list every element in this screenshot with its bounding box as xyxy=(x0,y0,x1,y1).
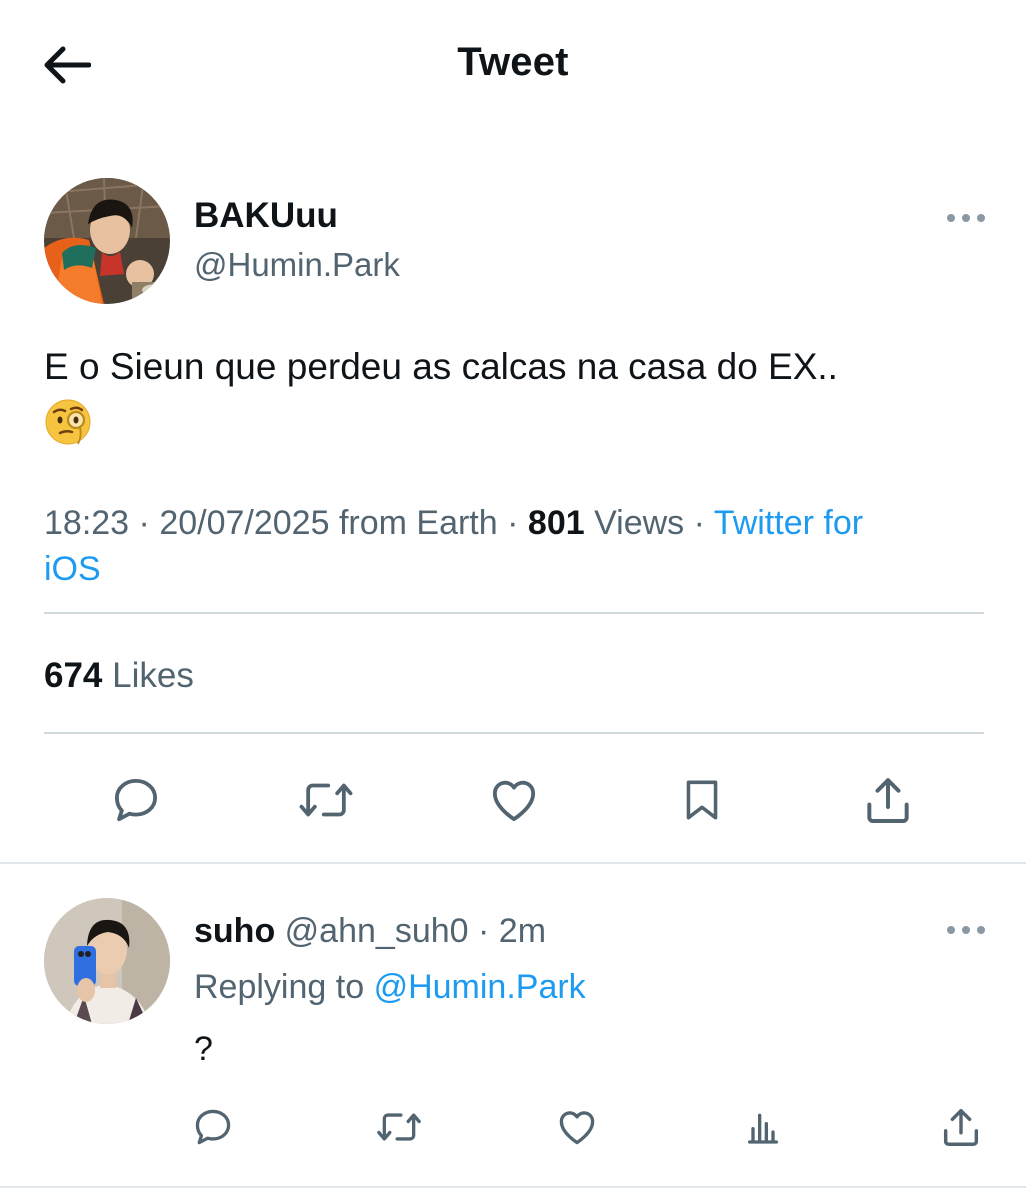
reply-reply-button[interactable] xyxy=(188,1102,238,1152)
reply-button[interactable] xyxy=(106,770,166,830)
reply-retweet-button[interactable] xyxy=(374,1102,424,1152)
author-handle[interactable]: @Humin.Park xyxy=(194,246,400,284)
client-name-line1: Twitter for xyxy=(713,504,864,542)
share-icon xyxy=(943,1108,979,1146)
reply-author-avatar[interactable] xyxy=(44,898,170,1024)
likes-label: Likes xyxy=(112,656,194,695)
views-count: 801 xyxy=(527,504,585,542)
reply-icon xyxy=(195,1109,231,1145)
header: Tweet xyxy=(0,0,1026,130)
reply-icon xyxy=(114,778,158,822)
tweet-location: from Earth xyxy=(338,504,498,542)
heart-icon xyxy=(492,780,536,822)
reply-analytics-button[interactable] xyxy=(738,1102,788,1152)
face-with-monocle-icon xyxy=(44,398,92,446)
page-title: Tweet xyxy=(457,40,569,84)
avatar-photo xyxy=(44,178,170,304)
more-icon xyxy=(947,926,985,934)
divider xyxy=(44,732,984,734)
retweet-button[interactable] xyxy=(296,770,356,830)
more-icon xyxy=(947,214,985,222)
author-name[interactable]: BAKUuu xyxy=(194,196,338,236)
reply-author-name[interactable]: suho xyxy=(194,912,275,950)
more-options-button[interactable] xyxy=(944,208,988,228)
tweet-time: 18:23 xyxy=(44,504,130,542)
reply-tweet[interactable]: suho @ahn_suh0 · 2m Replying to @Humin.P… xyxy=(0,880,1026,1180)
meta-separator: · xyxy=(138,504,160,542)
analytics-icon xyxy=(748,1113,778,1144)
tweet-meta: 18:23 · 20/07/2025 from Earth · 801 View… xyxy=(44,500,984,592)
reply-like-button[interactable] xyxy=(552,1102,602,1152)
share-button[interactable] xyxy=(858,770,918,830)
heart-icon xyxy=(559,1111,595,1145)
bookmark-button[interactable] xyxy=(672,770,732,830)
replying-to-mention[interactable]: @Humin.Park xyxy=(374,968,586,1006)
replying-to: Replying to @Humin.Park xyxy=(194,968,586,1007)
retweet-icon xyxy=(377,1113,421,1141)
reply-more-options-button[interactable] xyxy=(944,920,988,940)
bookmark-icon xyxy=(686,780,718,820)
author-avatar[interactable] xyxy=(44,178,170,304)
retweet-icon xyxy=(299,783,353,817)
tweet-action-bar xyxy=(0,770,1026,830)
reply-time[interactable]: 2m xyxy=(499,912,546,950)
meta-separator: · xyxy=(693,504,714,542)
reply-share-button[interactable] xyxy=(936,1102,986,1152)
tweet-text: E o Sieun que perdeu as calcas na casa d… xyxy=(44,346,838,387)
meta-separator: · xyxy=(507,504,528,542)
share-icon xyxy=(867,778,909,823)
like-button[interactable] xyxy=(484,770,544,830)
reply-header: suho @ahn_suh0 · 2m xyxy=(194,912,546,951)
reply-author-handle[interactable]: @ahn_suh0 xyxy=(285,912,469,950)
reply-separator: · xyxy=(478,912,490,950)
likes-count: 674 xyxy=(44,656,103,695)
section-divider xyxy=(0,862,1026,864)
client-name-line2: iOS xyxy=(44,550,101,588)
views-label: Views xyxy=(594,504,685,542)
section-divider xyxy=(0,1186,1026,1188)
divider xyxy=(44,612,984,614)
avatar-photo xyxy=(44,898,170,1024)
reply-action-bar xyxy=(0,1102,1026,1152)
tweet-date: 20/07/2025 xyxy=(159,504,330,542)
replying-label: Replying to xyxy=(194,968,365,1006)
reply-text: ? xyxy=(194,1030,213,1068)
likes-summary[interactable]: 674 Likes xyxy=(44,656,194,696)
